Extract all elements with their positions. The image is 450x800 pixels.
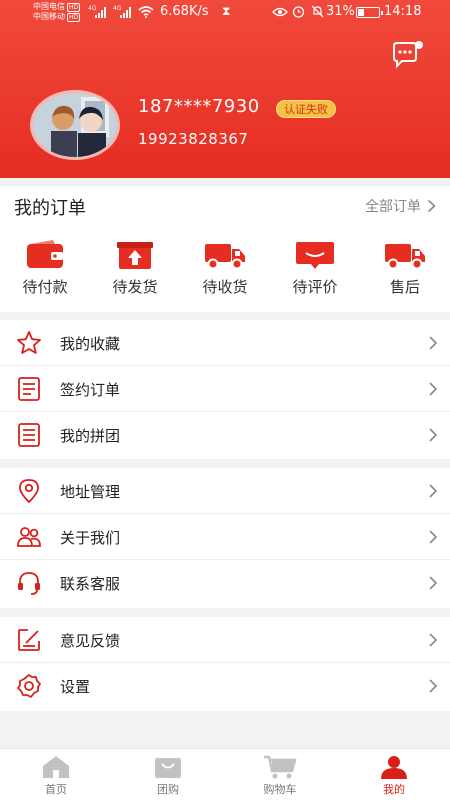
tab-label: 团购 (157, 783, 179, 796)
wallet-icon (27, 240, 63, 268)
menu-group-2: 地址管理 关于我们 联系客服 (0, 468, 450, 608)
username-masked-phone: 187****7930 (138, 96, 260, 117)
menu-item-signed-orders[interactable]: 签约订单 (0, 366, 450, 412)
tab-label: 购物车 (263, 783, 297, 796)
order-item-label: 售后 (389, 278, 420, 296)
headset-icon (18, 572, 40, 595)
battery-icon (356, 7, 383, 18)
chevron-right-icon (429, 576, 438, 590)
order-pending-shipment[interactable]: 待发货 (95, 240, 175, 297)
order-item-label: 待发货 (112, 278, 158, 296)
avatar[interactable] (30, 90, 120, 160)
hd-badge: HD (67, 2, 81, 12)
chevron-right-icon (429, 428, 438, 442)
order-item-label: 待评价 (292, 278, 338, 296)
menu-group-3: 意见反馈 设置 (0, 617, 450, 711)
document-icon (18, 377, 40, 401)
carrier-1: 中国电信 (33, 2, 65, 11)
shopping-bag-icon (155, 758, 181, 778)
battery-percent: 31% (326, 4, 355, 19)
all-orders-link[interactable]: 全部订单 (365, 196, 436, 216)
truck-icon (205, 244, 245, 270)
menu-item-feedback[interactable]: 意见反馈 (0, 617, 450, 663)
settings-gear-icon (17, 674, 41, 698)
star-icon (17, 331, 41, 354)
bottom-tab-bar: 首页 团购 购物车 我的 (0, 748, 450, 800)
menu-item-favorites[interactable]: 我的收藏 (0, 320, 450, 366)
carrier-2: 中国移动 (33, 12, 65, 21)
chevron-right-icon (427, 199, 436, 213)
message-icon[interactable] (390, 40, 424, 70)
tab-cart[interactable]: 购物车 (224, 749, 336, 800)
order-item-label: 待付款 (22, 278, 68, 296)
feedback-edit-icon (18, 629, 40, 651)
menu-item-label: 设置 (60, 678, 91, 696)
menu-item-group-buy[interactable]: 我的拼团 (0, 412, 450, 458)
person-icon (381, 756, 407, 779)
menu-item-label: 签约订单 (60, 381, 121, 399)
menu-item-customer-service[interactable]: 联系客服 (0, 560, 450, 606)
chevron-right-icon (429, 336, 438, 350)
menu-item-label: 关于我们 (60, 529, 121, 547)
signal-icon (95, 6, 106, 18)
menu-item-label: 意见反馈 (60, 632, 121, 650)
auth-status-badge[interactable]: 认证失败 (276, 100, 336, 118)
menu-item-label: 联系客服 (60, 575, 121, 593)
menu-item-label: 我的收藏 (60, 335, 121, 353)
status-bar: 中国电信 HD 中国移动 HD 4G 4G 6.68K/s ⧗ 31% 14:18 (0, 0, 450, 26)
hd-badge: HD (67, 12, 81, 22)
box-upload-icon (117, 242, 153, 269)
phone-number: 19923828367 (138, 130, 249, 148)
wifi-icon (138, 6, 154, 18)
net-speed: 6.68K/s (160, 4, 209, 19)
orders-title: 我的订单 (14, 198, 86, 219)
tab-mine[interactable]: 我的 (338, 749, 450, 800)
chevron-right-icon (429, 679, 438, 693)
mute-icon (311, 5, 324, 18)
order-after-sales[interactable]: 售后 (365, 240, 445, 297)
all-orders-label: 全部订单 (365, 199, 421, 215)
people-icon (17, 527, 41, 547)
battery-level (358, 9, 364, 16)
signal-icon (120, 6, 131, 18)
chevron-right-icon (429, 530, 438, 544)
menu-group-1: 我的收藏 签约订单 我的拼团 (0, 320, 450, 459)
chevron-right-icon (429, 633, 438, 647)
order-pending-review[interactable]: 待评价 (275, 240, 355, 297)
chevron-right-icon (429, 484, 438, 498)
tab-label: 首页 (45, 783, 67, 796)
profile-header: 中国电信 HD 中国移动 HD 4G 4G 6.68K/s ⧗ 31% 14:18 (0, 0, 450, 178)
order-pending-receipt[interactable]: 待收货 (185, 240, 265, 297)
cart-icon (264, 755, 297, 779)
tab-home[interactable]: 首页 (0, 749, 112, 800)
tab-group-buy[interactable]: 团购 (112, 749, 224, 800)
alarm-icon (292, 6, 305, 18)
order-item-label: 待收货 (202, 278, 248, 296)
review-icon (296, 242, 334, 269)
carrier-info: 中国电信 HD 中国移动 HD (33, 2, 81, 22)
hourglass-icon: ⧗ (222, 4, 231, 18)
orders-card: 我的订单 全部订单 待付款 待发货 待收货 待评价 售后 (0, 186, 450, 312)
menu-item-label: 地址管理 (60, 483, 121, 501)
order-status-row: 待付款 待发货 待收货 待评价 售后 (0, 240, 450, 300)
eye-icon (272, 7, 288, 17)
menu-item-settings[interactable]: 设置 (0, 663, 450, 709)
order-pending-payment[interactable]: 待付款 (5, 240, 85, 297)
clock: 14:18 (384, 4, 422, 19)
location-pin-icon (19, 479, 39, 504)
chevron-right-icon (429, 382, 438, 396)
truck-aftersale-icon (385, 244, 425, 270)
menu-item-label: 我的拼团 (60, 427, 121, 445)
menu-item-about-us[interactable]: 关于我们 (0, 514, 450, 560)
home-icon (43, 756, 69, 778)
tab-label: 我的 (383, 783, 405, 796)
avatar-image (33, 93, 117, 157)
menu-item-address[interactable]: 地址管理 (0, 468, 450, 514)
document-list-icon (18, 423, 40, 447)
